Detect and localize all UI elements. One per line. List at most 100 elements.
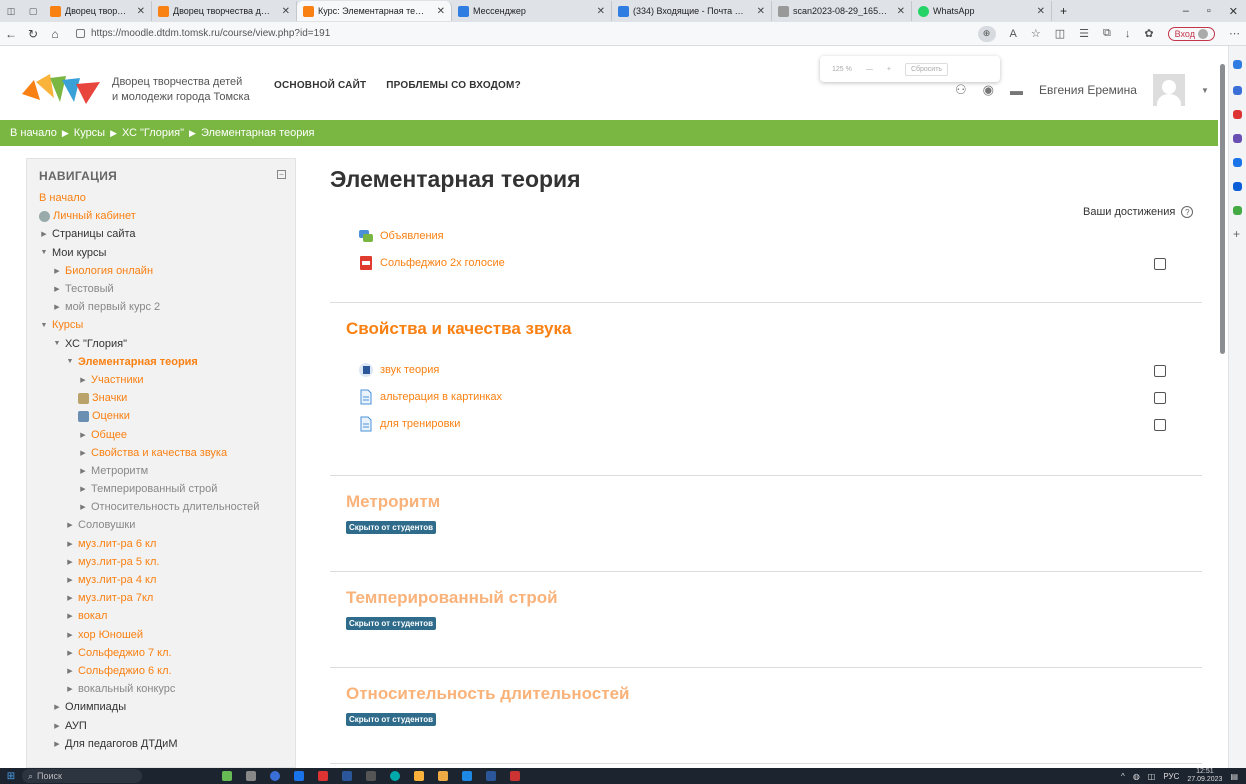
- completion-checkbox[interactable]: [1154, 258, 1166, 270]
- collapsed-caret-icon[interactable]: ▶: [52, 285, 62, 293]
- nav-item[interactable]: ▶ Темперированный строй: [39, 480, 294, 498]
- user-menu-caret-icon[interactable]: ▼: [1201, 86, 1209, 95]
- breadcrumb-category-link[interactable]: ХС "Глория": [122, 127, 184, 139]
- office-icon[interactable]: [1233, 158, 1242, 167]
- explorer-app-icon[interactable]: [366, 771, 376, 781]
- signin-button[interactable]: Вход: [1167, 26, 1215, 41]
- collapsed-caret-icon[interactable]: ▶: [39, 230, 49, 238]
- breadcrumb-courses-link[interactable]: Курсы: [74, 127, 105, 139]
- nav-item[interactable]: ▶ муз.лит-ра 6 кл: [39, 535, 294, 553]
- activity-link[interactable]: Сольфеджио 2х голосие: [358, 255, 505, 271]
- favorites-icon[interactable]: ☰: [1079, 27, 1089, 40]
- reload-icon[interactable]: ↻: [22, 27, 44, 41]
- collapsed-caret-icon[interactable]: ▶: [52, 303, 62, 311]
- nav-item[interactable]: Значки: [39, 389, 294, 407]
- favorite-star-icon[interactable]: ☆: [1031, 27, 1041, 40]
- read-aloud-icon[interactable]: A: [1010, 28, 1017, 40]
- collections-icon[interactable]: ⧉: [1103, 27, 1111, 40]
- expanded-caret-icon[interactable]: ▼: [52, 340, 62, 347]
- collapsed-caret-icon[interactable]: ▶: [65, 558, 75, 566]
- section-title[interactable]: Темперированный строй: [346, 588, 558, 608]
- section-title[interactable]: Свойства и качества звука: [346, 319, 571, 339]
- collapse-block-icon[interactable]: –: [277, 170, 286, 179]
- notifications-center-icon[interactable]: ▤: [1230, 772, 1238, 781]
- collapsed-caret-icon[interactable]: ▶: [65, 685, 75, 693]
- nav-item[interactable]: ▶ Для педагогов ДТДиМ: [39, 735, 294, 753]
- collapsed-caret-icon[interactable]: ▶: [78, 467, 88, 475]
- collapsed-caret-icon[interactable]: ▶: [65, 540, 75, 548]
- collapsed-caret-icon[interactable]: ▶: [78, 449, 88, 457]
- nav-item[interactable]: ▶ Общее: [39, 425, 294, 443]
- nav-item[interactable]: ▶ хор Юношей: [39, 626, 294, 644]
- browser-menu-icon[interactable]: ◫: [0, 6, 22, 17]
- close-tab-icon[interactable]: ✕: [137, 6, 145, 17]
- expanded-caret-icon[interactable]: ▼: [65, 358, 75, 365]
- avatar[interactable]: [1152, 74, 1185, 106]
- url-field[interactable]: https://moodle.dtdm.tomsk.ru/course/view…: [70, 25, 850, 43]
- nav-item[interactable]: ▼ Элементарная теория: [39, 353, 294, 371]
- tools-icon[interactable]: [1233, 134, 1242, 143]
- files-app-icon[interactable]: [438, 771, 448, 781]
- browser-tab-7[interactable]: WhatsApp ✕: [912, 1, 1052, 21]
- nav-login-problems-link[interactable]: ПРОБЛЕМЫ СО ВХОДОМ?: [386, 80, 521, 91]
- expanded-caret-icon[interactable]: ▼: [39, 322, 49, 329]
- nav-item[interactable]: ▶ вокальный конкурс: [39, 680, 294, 698]
- breadcrumb-current-course[interactable]: Элементарная теория: [201, 127, 315, 139]
- zoom-out-button[interactable]: —: [866, 66, 873, 73]
- new-tab-icon[interactable]: +: [1060, 4, 1067, 18]
- taskbar-app-icon[interactable]: [222, 771, 232, 781]
- close-tab-icon[interactable]: ✕: [897, 6, 905, 17]
- volume-icon[interactable]: ◫: [1148, 772, 1156, 781]
- zoom-reset-button[interactable]: Сбросить: [904, 62, 949, 76]
- nav-item[interactable]: ▶ муз.лит-ра 7кл: [39, 589, 294, 607]
- completion-checkbox[interactable]: [1154, 365, 1166, 377]
- browser-tab-4[interactable]: Мессенджер ✕: [452, 1, 612, 21]
- nav-item[interactable]: ▶ АУП: [39, 716, 294, 734]
- store-app-icon[interactable]: [462, 771, 472, 781]
- expanded-caret-icon[interactable]: ▼: [39, 249, 49, 256]
- minimize-icon[interactable]: –: [1183, 5, 1189, 18]
- windows-start-icon[interactable]: ⊞: [0, 771, 22, 782]
- nav-item[interactable]: ▶ мой первый курс 2: [39, 298, 294, 316]
- nav-item[interactable]: ▶ Сольфеджио 6 кл.: [39, 662, 294, 680]
- collapsed-caret-icon[interactable]: ▶: [78, 431, 88, 439]
- section-title[interactable]: Метроритм: [346, 492, 440, 512]
- word-app-icon[interactable]: [342, 771, 352, 781]
- outlook-icon[interactable]: [1233, 182, 1242, 191]
- achievements-link[interactable]: Ваши достижения ?: [1083, 206, 1194, 218]
- back-icon[interactable]: ←: [0, 27, 22, 41]
- discover-icon[interactable]: [1233, 86, 1242, 95]
- nav-item[interactable]: ▶ Участники: [39, 371, 294, 389]
- activity-link[interactable]: альтерация в картинках: [358, 389, 502, 405]
- nav-item[interactable]: ▶ Относительность длительностей: [39, 498, 294, 516]
- collapsed-caret-icon[interactable]: ▶: [52, 703, 62, 711]
- nav-item[interactable]: ▶ муз.лит-ра 4 кл: [39, 571, 294, 589]
- folder-app-icon[interactable]: [414, 771, 424, 781]
- office-app-icon[interactable]: [486, 771, 496, 781]
- more-options-icon[interactable]: ⋯: [1229, 27, 1240, 40]
- nav-item[interactable]: ▼ ХС "Глория": [39, 335, 294, 353]
- collapsed-caret-icon[interactable]: ▶: [52, 740, 62, 748]
- close-tab-icon[interactable]: ✕: [757, 6, 765, 17]
- browser-tab-1[interactable]: Дворец творчества детей и м ✕: [44, 1, 152, 21]
- edge-app-icon[interactable]: [294, 771, 304, 781]
- help-icon[interactable]: ?: [1181, 206, 1194, 218]
- nav-item[interactable]: ▶ вокал: [39, 607, 294, 625]
- browser-tab-6[interactable]: scan2023-08-29_1655501.pdf ✕: [772, 1, 912, 21]
- browser-tab-3[interactable]: Курс: Элементарная теория ✕: [297, 1, 452, 21]
- completion-checkbox[interactable]: [1154, 419, 1166, 431]
- network-icon[interactable]: ◍: [1133, 772, 1140, 781]
- close-tab-icon[interactable]: ✕: [1037, 6, 1045, 17]
- add-sidebar-icon[interactable]: +: [1233, 228, 1242, 240]
- browser-app-icon[interactable]: [390, 771, 400, 781]
- collapsed-caret-icon[interactable]: ▶: [65, 667, 75, 675]
- close-tab-icon[interactable]: ✕: [282, 6, 290, 17]
- taskbar-search[interactable]: ⌕ Поиск: [22, 769, 142, 783]
- nav-item[interactable]: Личный кабинет: [39, 207, 294, 225]
- collapsed-caret-icon[interactable]: ▶: [78, 376, 88, 384]
- close-tab-icon[interactable]: ✕: [597, 6, 605, 17]
- nav-item[interactable]: ▶ Биология онлайн: [39, 262, 294, 280]
- yandex-app-icon[interactable]: [318, 771, 328, 781]
- opera-app-icon[interactable]: [510, 771, 520, 781]
- collapsed-caret-icon[interactable]: ▶: [65, 649, 75, 657]
